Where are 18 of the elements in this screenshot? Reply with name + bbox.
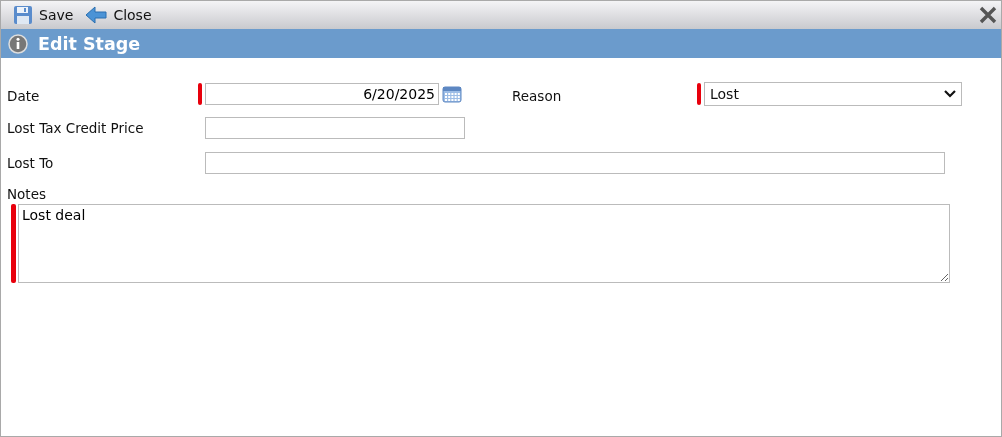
- field-label: Reason: [512, 88, 563, 104]
- text-field[interactable]: [205, 117, 465, 139]
- close-button[interactable]: Close: [81, 6, 156, 24]
- field-label: Lost To: [7, 155, 55, 171]
- text-field[interactable]: [205, 152, 945, 174]
- field-label: Lost Tax Credit Price: [7, 120, 145, 136]
- notes-field[interactable]: Lost deal: [18, 204, 950, 283]
- reason-dropdown[interactable]: Lost: [704, 82, 962, 106]
- calendar-icon[interactable]: [442, 85, 462, 103]
- left-arrow-icon: [85, 6, 108, 24]
- save-button[interactable]: Save: [9, 5, 78, 25]
- dialog-title: Edit Stage: [38, 33, 141, 54]
- chevron-down-icon: [944, 90, 956, 98]
- info-icon: [8, 33, 28, 54]
- field-label: Notes: [7, 186, 47, 202]
- date-field[interactable]: 6/20/2025: [205, 83, 439, 105]
- field-label: Date: [7, 88, 41, 104]
- close-icon[interactable]: [979, 6, 997, 24]
